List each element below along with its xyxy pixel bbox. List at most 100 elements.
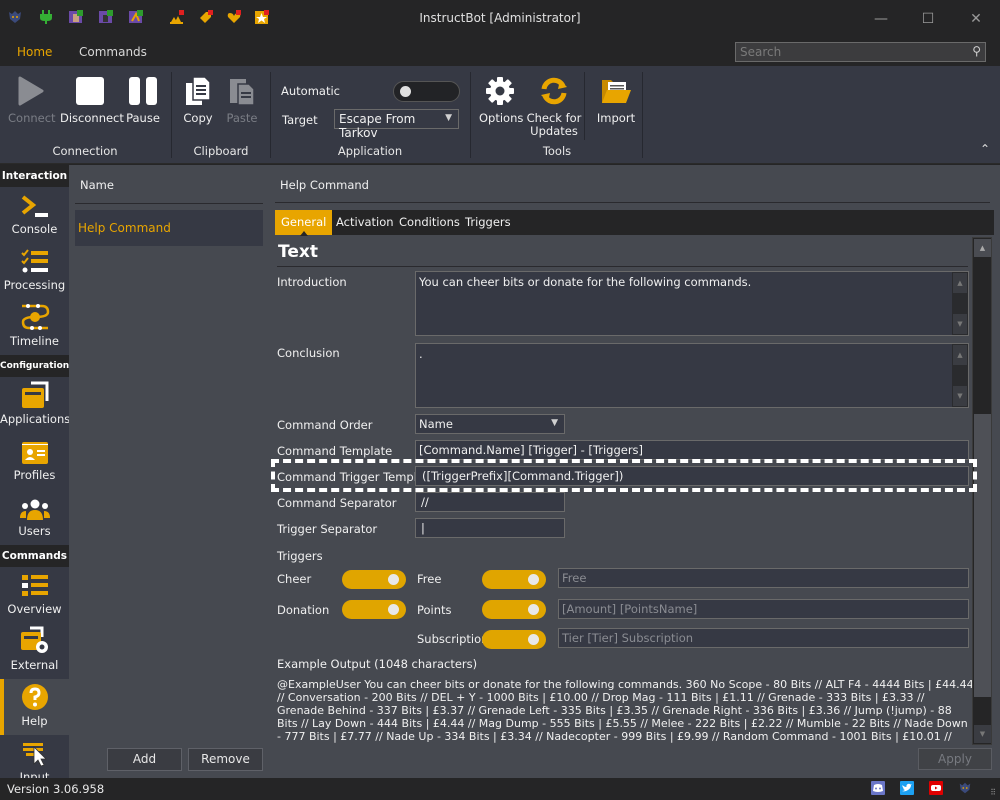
close-button[interactable]: ✕ (961, 8, 991, 30)
group-label-clipboard: Clipboard (193, 144, 249, 158)
command-trigger-template-input[interactable]: ([TriggerPrefix][Command.Trigger]) (415, 466, 969, 486)
detail-scrollbar[interactable]: ▲ ▼ (972, 237, 992, 745)
automatic-label: Automatic (281, 84, 340, 98)
command-list-panel: Name Help Command Add Remove (69, 165, 270, 778)
target-select[interactable]: Escape From Tarkov ▼ (334, 109, 459, 140)
apply-button[interactable]: Apply (918, 748, 992, 770)
disconnect-button[interactable]: Disconnect (60, 74, 124, 125)
command-order-label: Command Order (277, 418, 373, 432)
ribbon-tab-home[interactable]: Home (17, 45, 52, 59)
free-input[interactable]: Free (558, 568, 969, 588)
donation-label: Donation (277, 603, 330, 617)
textarea-scrollbar[interactable]: ▲ ▼ (952, 272, 968, 335)
command-separator-input[interactable]: // (415, 492, 565, 512)
scroll-down-icon[interactable]: ▼ (974, 725, 991, 743)
check-updates-label-1: Check for (526, 111, 582, 125)
check-updates-button[interactable]: Check for Updates (526, 74, 582, 138)
sidebar-label: Overview (7, 602, 62, 616)
sidebar-item-profiles[interactable]: Profiles (0, 433, 69, 489)
sidebar-item-input[interactable]: Input (0, 735, 69, 778)
tab-activation[interactable]: Activation (330, 210, 400, 235)
list-item[interactable]: Help Command (75, 210, 263, 246)
import-label: Import (596, 111, 636, 125)
twitter-icon[interactable] (900, 781, 914, 795)
automatic-toggle[interactable] (393, 81, 460, 102)
connect-button[interactable]: Connect (8, 74, 56, 125)
cheer-toggle[interactable] (342, 570, 406, 589)
scroll-up-icon[interactable]: ▲ (974, 239, 991, 257)
discord-icon[interactable] (871, 781, 885, 795)
tab-conditions[interactable]: Conditions (393, 210, 466, 235)
sidebar-item-timeline[interactable]: Timeline (0, 299, 69, 355)
overview-list-icon (0, 567, 69, 599)
resize-grip-icon[interactable]: ⠿ (990, 788, 996, 797)
search-icon[interactable]: ⚲ (972, 44, 981, 58)
gear-icon (479, 74, 521, 108)
scroll-down-icon[interactable]: ▼ (953, 386, 967, 406)
version-text: Version 3.06.958 (7, 782, 105, 796)
introduction-textarea[interactable]: You can cheer bits or donate for the fol… (415, 271, 969, 336)
conclusion-value: . (419, 347, 423, 361)
target-label: Target (282, 113, 318, 127)
ribbon-separator (470, 72, 471, 158)
scroll-up-icon[interactable]: ▲ (953, 273, 967, 293)
free-toggle[interactable] (482, 570, 546, 589)
add-button[interactable]: Add (107, 748, 182, 771)
list-column-header[interactable]: Name (80, 178, 114, 192)
sidebar-label: Users (18, 524, 51, 538)
command-order-select[interactable]: Name ▼ (415, 414, 565, 434)
sidebar-item-overview[interactable]: Overview (0, 567, 69, 623)
search-input[interactable]: Search ⚲ (735, 42, 986, 62)
ribbon-separator (171, 72, 172, 158)
chevron-down-icon: ▼ (551, 418, 558, 428)
chevron-down-icon: ▼ (445, 113, 452, 123)
nav-header-interaction: Interaction (0, 165, 69, 187)
import-button[interactable]: Import (594, 74, 638, 125)
tab-general[interactable]: General (275, 210, 333, 236)
conclusion-textarea[interactable]: . ▲ ▼ (415, 343, 969, 408)
conclusion-label: Conclusion (277, 346, 340, 360)
paste-button[interactable]: Paste (224, 74, 260, 125)
points-label: Points (417, 603, 452, 617)
subscription-label: Subscription (417, 632, 489, 646)
connect-label: Connect (8, 111, 56, 125)
sidebar-item-help[interactable]: Help (0, 679, 69, 735)
applications-icon (0, 377, 69, 409)
detail-panel: Help Command General Activation Conditio… (270, 165, 1000, 778)
pause-label: Pause (126, 111, 160, 125)
maximize-button[interactable]: ☐ (913, 8, 943, 30)
ribbon: Connect Disconnect Pause Connection Copy… (0, 66, 1000, 164)
collapse-ribbon-icon[interactable]: ⌃ (980, 142, 990, 156)
sidebar-item-applications[interactable]: Applications (0, 377, 69, 433)
sidebar-item-users[interactable]: Users (0, 489, 69, 545)
keyboard-cursor-icon (0, 735, 69, 767)
tab-triggers[interactable]: Triggers (459, 210, 517, 235)
trigger-separator-input[interactable]: | (415, 518, 565, 538)
copy-button[interactable]: Copy (180, 74, 216, 125)
scroll-down-icon[interactable]: ▼ (953, 314, 967, 334)
command-template-input[interactable]: [Command.Name] [Trigger] - [Triggers] (415, 440, 969, 460)
subscription-input[interactable]: Tier [Tier] Subscription (558, 628, 969, 648)
textarea-scrollbar[interactable]: ▲ ▼ (952, 344, 968, 407)
sidebar-label: External (10, 658, 59, 672)
sidebar-item-processing[interactable]: Processing (0, 243, 69, 299)
group-label-application: Application (337, 144, 403, 158)
minimize-button[interactable]: — (866, 8, 896, 30)
remove-button[interactable]: Remove (188, 748, 263, 771)
subscription-toggle[interactable] (482, 630, 546, 649)
scroll-up-icon[interactable]: ▲ (953, 345, 967, 365)
paste-label: Paste (226, 111, 258, 125)
sidebar-item-console[interactable]: Console (0, 187, 69, 243)
youtube-icon[interactable] (929, 781, 943, 795)
app-logo-icon[interactable] (958, 781, 972, 795)
donation-toggle[interactable] (342, 600, 406, 619)
points-toggle[interactable] (482, 600, 546, 619)
ribbon-tab-commands[interactable]: Commands (79, 45, 147, 59)
pause-button[interactable]: Pause (124, 74, 162, 125)
sidebar-item-external[interactable]: External (0, 623, 69, 679)
options-button[interactable]: Options (479, 74, 523, 125)
points-input[interactable]: [Amount] [PointsName] (558, 599, 969, 619)
console-icon (0, 187, 69, 219)
scrollbar-thumb[interactable] (974, 414, 991, 697)
nav-header-configuration: Configuration (0, 355, 69, 377)
